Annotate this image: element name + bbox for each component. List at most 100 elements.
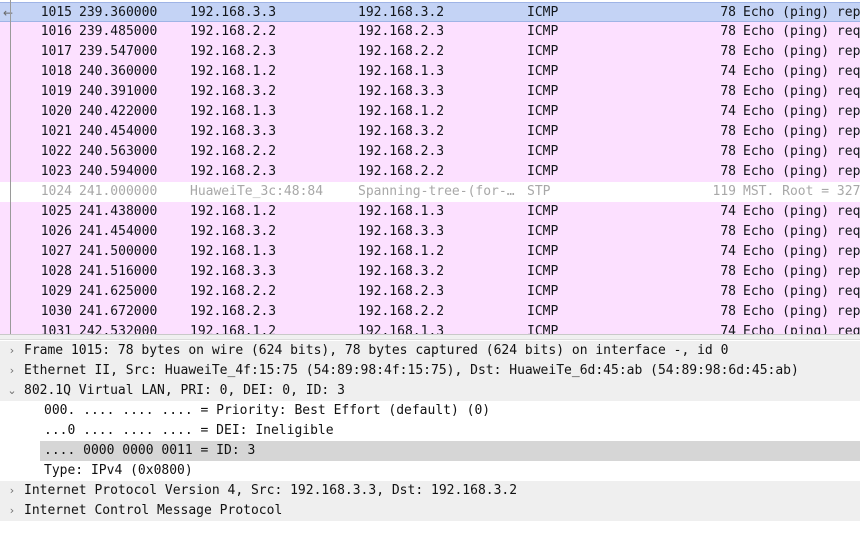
packet-source: 192.168.1.2 <box>190 204 277 219</box>
chevron-right-icon[interactable]: › <box>6 361 18 381</box>
packet-length: 78 <box>720 304 736 319</box>
tree-item-ipv4[interactable]: › Internet Protocol Version 4, Src: 192.… <box>0 481 860 501</box>
tree-item-vlan-dei[interactable]: ...0 .... .... .... = DEI: Ineligible <box>0 421 860 441</box>
tree-item-label: .... 0000 0000 0011 = ID: 3 <box>44 443 256 458</box>
packet-protocol: ICMP <box>527 44 559 59</box>
packet-source: 192.168.3.3 <box>190 124 277 139</box>
chevron-right-icon[interactable]: › <box>6 341 18 361</box>
packet-length: 78 <box>720 84 736 99</box>
tree-item-vlan[interactable]: ⌄ 802.1Q Virtual LAN, PRI: 0, DEI: 0, ID… <box>0 381 860 401</box>
packet-info: Echo (ping) rep <box>743 44 860 59</box>
packet-row[interactable]: 1024 241.000000 HuaweiTe_3c:48:84 Spanning-… <box>0 182 860 202</box>
packet-row[interactable]: 1026 241.454000 192.168.3.2 192.168.3.3 ICMP… <box>0 222 860 242</box>
tree-item-label: Frame 1015: 78 bytes on wire (624 bits),… <box>24 343 729 358</box>
packet-length: 78 <box>720 5 736 20</box>
packet-source: 192.168.2.3 <box>190 44 277 59</box>
packet-number: 1020 <box>40 104 72 119</box>
packet-length: 74 <box>720 324 736 334</box>
packet-destination: 192.168.2.3 <box>358 284 445 299</box>
packet-source: 192.168.3.3 <box>190 5 277 20</box>
packet-source: 192.168.1.3 <box>190 104 277 119</box>
packet-number: 1015 <box>40 5 72 20</box>
packet-length: 78 <box>720 144 736 159</box>
packet-info: Echo (ping) rep <box>743 304 860 319</box>
packet-info: Echo (ping) rep <box>743 104 860 119</box>
packet-row[interactable]: 1025 241.438000 192.168.1.2 192.168.1.3 ICMP… <box>0 202 860 222</box>
tree-item-vlan-priority[interactable]: 000. .... .... .... = Priority: Best Eff… <box>0 401 860 421</box>
packet-time: 239.485000 <box>79 24 158 39</box>
packet-time: 239.360000 <box>79 5 158 20</box>
packet-time: 241.454000 <box>79 224 158 239</box>
packet-protocol: ICMP <box>527 304 559 319</box>
packet-destination: 192.168.3.2 <box>358 5 445 20</box>
packet-destination: 192.168.2.2 <box>358 304 445 319</box>
packet-length: 78 <box>720 164 736 179</box>
packet-length: 74 <box>720 244 736 259</box>
packet-time: 240.422000 <box>79 104 158 119</box>
tree-item-icmp[interactable]: › Internet Control Message Protocol <box>0 501 860 521</box>
packet-info: Echo (ping) req <box>743 64 860 79</box>
packet-row[interactable]: 1020 240.422000 192.168.1.3 192.168.1.2 ICMP… <box>0 102 860 122</box>
packet-info: Echo (ping) rep <box>743 164 860 179</box>
packet-row[interactable]: 1022 240.563000 192.168.2.2 192.168.2.3 ICMP… <box>0 142 860 162</box>
chevron-right-icon[interactable]: › <box>6 501 18 521</box>
packet-source: 192.168.2.3 <box>190 164 277 179</box>
packet-destination: 192.168.3.2 <box>358 264 445 279</box>
packet-row[interactable]: 1018 240.360000 192.168.1.2 192.168.1.3 ICMP… <box>0 62 860 82</box>
packet-number: 1028 <box>40 264 72 279</box>
packet-protocol: ICMP <box>527 84 559 99</box>
packet-protocol: ICMP <box>527 144 559 159</box>
related-packet-gutter <box>10 0 11 334</box>
packet-time: 241.516000 <box>79 264 158 279</box>
tree-item-label: 802.1Q Virtual LAN, PRI: 0, DEI: 0, ID: … <box>24 383 345 398</box>
tree-item-label: 000. .... .... .... = Priority: Best Eff… <box>44 403 491 418</box>
packet-number: 1031 <box>40 324 72 334</box>
packet-info: Echo (ping) req <box>743 284 860 299</box>
packet-protocol: STP <box>527 184 551 199</box>
chevron-right-icon[interactable]: › <box>6 481 18 501</box>
packet-destination: 192.168.2.3 <box>358 24 445 39</box>
tree-item-ethernet[interactable]: › Ethernet II, Src: HuaweiTe_4f:15:75 (5… <box>0 361 860 381</box>
packet-destination: 192.168.2.3 <box>358 144 445 159</box>
packet-time: 240.360000 <box>79 64 158 79</box>
packet-number: 1030 <box>40 304 72 319</box>
packet-row[interactable]: 1028 241.516000 192.168.3.3 192.168.3.2 ICMP… <box>0 262 860 282</box>
chevron-down-icon[interactable]: ⌄ <box>6 381 18 401</box>
packet-row[interactable]: 1031 242.532000 192.168.1.2 192.168.1.3 ICMP… <box>0 322 860 334</box>
tree-item-vlan-id[interactable]: .... 0000 0000 0011 = ID: 3 <box>0 441 860 461</box>
packet-row[interactable]: 1021 240.454000 192.168.3.3 192.168.3.2 ICMP… <box>0 122 860 142</box>
packet-source: 192.168.3.3 <box>190 264 277 279</box>
packet-destination: 192.168.3.2 <box>358 124 445 139</box>
packet-row[interactable]: 1015 239.360000 192.168.3.3 192.168.3.2 ICMP… <box>0 2 860 22</box>
packet-number: 1024 <box>40 184 72 199</box>
packet-protocol: ICMP <box>527 104 559 119</box>
packet-row[interactable]: 1023 240.594000 192.168.2.3 192.168.2.2 ICMP… <box>0 162 860 182</box>
tree-item-frame[interactable]: › Frame 1015: 78 bytes on wire (624 bits… <box>0 341 860 361</box>
packet-number: 1016 <box>40 24 72 39</box>
packet-time: 240.454000 <box>79 124 158 139</box>
packet-length: 78 <box>720 264 736 279</box>
packet-destination: 192.168.1.2 <box>358 104 445 119</box>
packet-source: HuaweiTe_3c:48:84 <box>190 184 324 199</box>
packet-time: 240.594000 <box>79 164 158 179</box>
packet-number: 1026 <box>40 224 72 239</box>
packet-row[interactable]: 1027 241.500000 192.168.1.3 192.168.1.2 ICMP… <box>0 242 860 262</box>
packet-row[interactable]: 1019 240.391000 192.168.3.2 192.168.3.3 ICMP… <box>0 82 860 102</box>
packet-time: 240.391000 <box>79 84 158 99</box>
packet-destination: 192.168.3.3 <box>358 84 445 99</box>
packet-number: 1025 <box>40 204 72 219</box>
packet-time: 241.438000 <box>79 204 158 219</box>
packet-row[interactable]: 1029 241.625000 192.168.2.2 192.168.2.3 ICMP… <box>0 282 860 302</box>
packet-row[interactable]: 1016 239.485000 192.168.2.2 192.168.2.3 ICMP… <box>0 22 860 42</box>
packet-info: Echo (ping) req <box>743 324 860 334</box>
packet-protocol: ICMP <box>527 64 559 79</box>
packet-protocol: ICMP <box>527 264 559 279</box>
packet-destination: 192.168.2.2 <box>358 44 445 59</box>
packet-row[interactable]: 1017 239.547000 192.168.2.3 192.168.2.2 ICMP… <box>0 42 860 62</box>
packet-destination: 192.168.1.3 <box>358 64 445 79</box>
packet-row[interactable]: 1030 241.672000 192.168.2.3 192.168.2.2 ICMP… <box>0 302 860 322</box>
packet-source: 192.168.1.3 <box>190 244 277 259</box>
tree-item-vlan-type[interactable]: Type: IPv4 (0x0800) <box>0 461 860 481</box>
packet-source: 192.168.2.3 <box>190 304 277 319</box>
packet-source: 192.168.2.2 <box>190 284 277 299</box>
